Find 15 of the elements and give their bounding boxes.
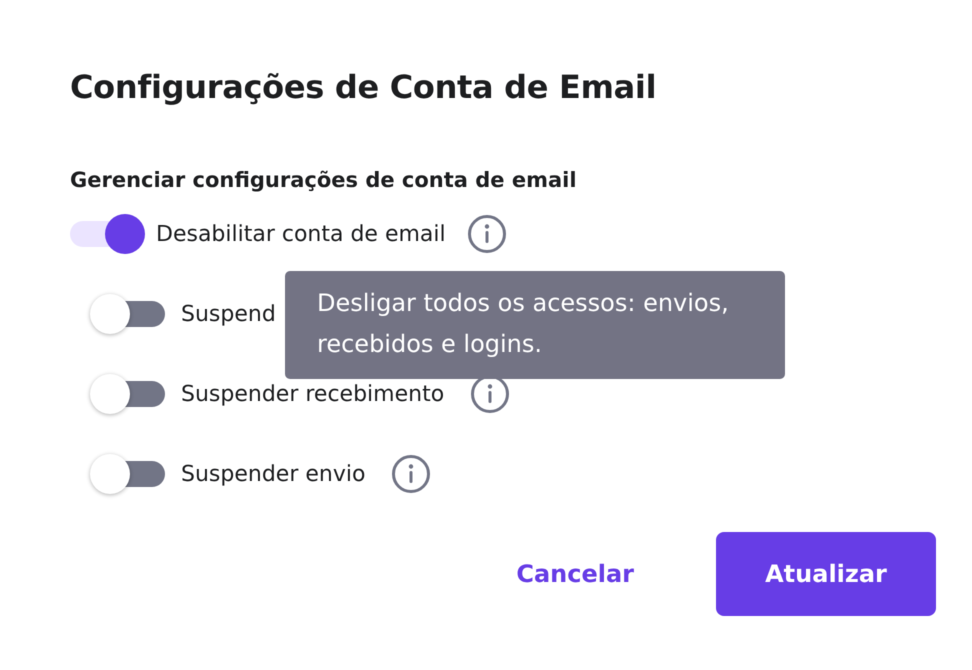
option-label: Suspender envio — [181, 462, 366, 486]
toggle-switch[interactable] — [90, 294, 165, 334]
cancel-button[interactable]: Cancelar — [476, 550, 674, 598]
toggle-switch[interactable] — [90, 374, 165, 414]
toggle-switch[interactable] — [90, 454, 165, 494]
info-icon[interactable] — [391, 454, 432, 494]
section-title: Gerenciar configurações de conta de email — [70, 168, 577, 192]
update-button[interactable]: Atualizar — [716, 532, 936, 616]
dialog-title: Configurações de Conta de Email — [70, 68, 656, 106]
option-label: Suspend — [181, 302, 276, 326]
info-icon[interactable] — [466, 214, 507, 254]
tooltip: Desligar todos os acessos: envios, recebidos e logins. — [285, 271, 785, 379]
toggle-switch[interactable] — [70, 214, 145, 254]
option-label: Suspender recebimento — [181, 382, 444, 406]
option-label: Desabilitar conta de email — [156, 222, 446, 246]
